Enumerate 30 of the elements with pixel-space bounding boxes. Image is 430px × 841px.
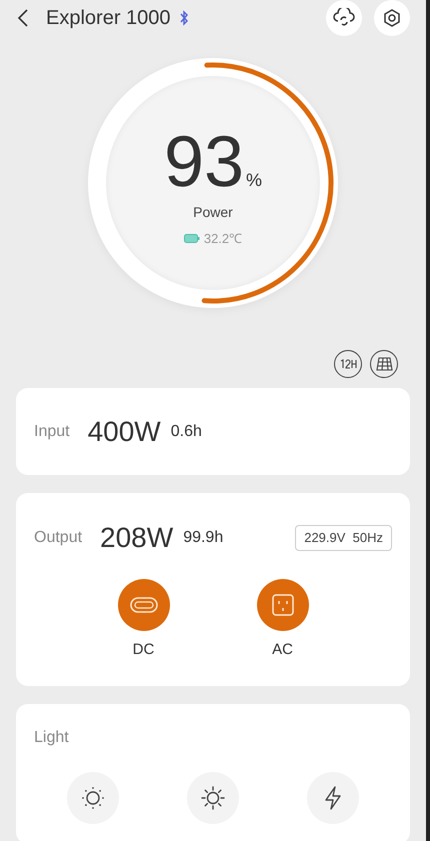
settings-button[interactable]: [374, 0, 410, 36]
cloud-sync-button[interactable]: [326, 0, 362, 36]
timer-12h-icon[interactable]: [334, 350, 362, 378]
input-time: 0.6h: [170, 422, 202, 442]
output-power: 208W: [100, 521, 174, 555]
settings-icon: [382, 8, 402, 28]
input-label: Input: [34, 422, 70, 442]
port-toggle-button[interactable]: [256, 579, 308, 631]
back-icon[interactable]: [16, 8, 30, 28]
port-toggle-button[interactable]: [118, 579, 170, 631]
usb-c-port-icon: [130, 597, 158, 613]
cloud-sync-icon: [333, 8, 355, 28]
percent-unit: %: [246, 168, 262, 192]
temperature: 32.2℃: [204, 230, 242, 248]
solar-panel-icon[interactable]: [370, 350, 398, 378]
voltage-frequency-reading: 229.9V 50Hz: [295, 525, 392, 551]
battery-percentage: 93: [164, 126, 244, 198]
input-power: 400W: [88, 414, 161, 448]
device-title: Explorer 1000: [46, 6, 171, 31]
bluetooth-icon: [178, 10, 189, 26]
port-label: AC: [272, 640, 293, 660]
output-time: 99.9h: [183, 528, 224, 548]
power-label: Power: [193, 202, 233, 222]
sun-icon: [80, 785, 106, 811]
port-label: DC: [132, 640, 154, 660]
light-label: Light: [34, 728, 70, 748]
battery-icon: [184, 234, 200, 243]
output-label: Output: [34, 528, 82, 548]
sun-icon: [200, 785, 226, 811]
outlet-icon: [270, 593, 294, 617]
